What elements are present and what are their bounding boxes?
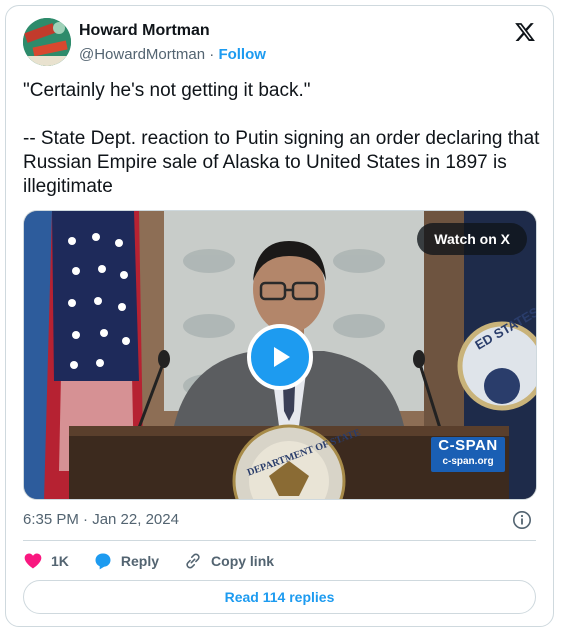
watch-on-x-button[interactable]: Watch on X: [417, 223, 527, 255]
like-button[interactable]: 1K: [23, 551, 69, 571]
author-handle-row: @HowardMortman · Follow: [79, 46, 266, 63]
cspan-logo: C-SPAN: [438, 437, 498, 454]
play-button[interactable]: [247, 324, 313, 390]
cspan-watermark: C-SPAN c-span.org: [431, 437, 505, 472]
tweet-text: "Certainly he's not getting it back." --…: [23, 80, 540, 197]
avatar[interactable]: [23, 18, 71, 66]
link-icon: [186, 553, 200, 569]
x-logo-icon[interactable]: [514, 21, 536, 43]
reply-button[interactable]: Reply: [93, 551, 159, 571]
read-replies-button[interactable]: Read 114 replies: [23, 580, 536, 614]
copy-link-label: Copy link: [211, 553, 275, 569]
follow-button[interactable]: Follow: [218, 46, 266, 63]
separator: ·: [209, 46, 215, 63]
tweet-timestamp[interactable]: 6:35 PM · Jan 22, 2024: [23, 511, 179, 528]
author-handle[interactable]: @HowardMortman: [79, 46, 205, 63]
reply-label: Reply: [120, 553, 160, 569]
video-player[interactable]: ED STATES DEPARTMENT OF STATE Watch on X…: [23, 210, 537, 500]
play-icon: [274, 347, 290, 367]
like-count: 1K: [51, 553, 69, 569]
reply-bubble-icon: [95, 553, 111, 570]
author-name[interactable]: Howard Mortman: [79, 22, 210, 40]
action-bar: 1K Reply Copy link: [23, 549, 298, 573]
info-icon[interactable]: [512, 510, 532, 530]
heart-icon: [24, 553, 42, 569]
tweet-card: Howard Mortman @HowardMortman · Follow "…: [5, 5, 554, 627]
divider: [23, 540, 536, 541]
copy-link-button[interactable]: Copy link: [183, 551, 274, 571]
cspan-url: c-span.org: [442, 456, 494, 467]
